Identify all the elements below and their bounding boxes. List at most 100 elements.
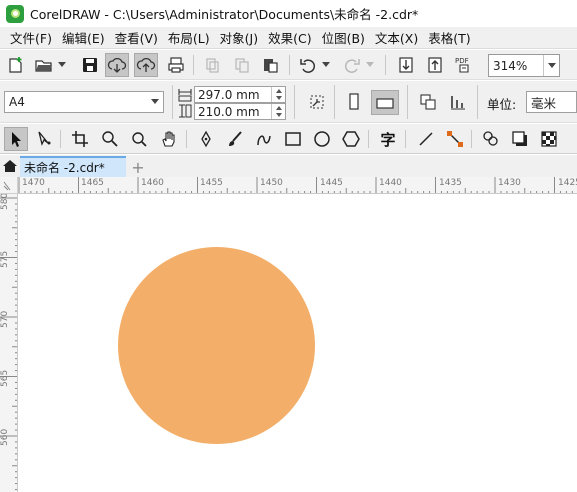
menu-layout[interactable]: 布局(L) [163,28,215,47]
ruler-label: 560 [0,428,10,446]
page-width-value[interactable]: 297.0 mm [195,88,271,102]
landscape-orientation-icon[interactable] [371,90,399,115]
page-layout-icon[interactable] [416,90,440,114]
export-icon[interactable] [423,53,447,77]
text-tool-icon[interactable]: 字 [376,127,400,151]
cloud-download-icon[interactable] [105,53,129,77]
undo-icon[interactable] [296,53,320,77]
ruler-label: 570 [0,310,10,328]
curve-tool-icon[interactable] [252,127,276,151]
page-width-field[interactable]: 297.0 mm [194,86,286,103]
height-spinner-icon[interactable] [271,104,285,119]
copy-icon[interactable] [230,53,254,77]
pick-tool-icon[interactable] [4,127,28,151]
portrait-orientation-icon[interactable] [342,90,366,114]
zoom-level-value[interactable]: 314% [489,59,543,73]
blend-tool-icon[interactable] [479,127,503,151]
toolbox-bar: 字 [0,124,577,154]
rectangle-tool-icon[interactable] [281,127,305,151]
open-dropdown-chevron-icon[interactable] [56,53,68,77]
pan-hand-icon[interactable] [157,127,181,151]
cut-icon[interactable] [200,53,224,77]
bleed-margins-icon[interactable] [446,90,470,114]
ruler-label: 580 [0,194,10,210]
toolbar-separator [368,130,369,148]
toolbar-separator [477,85,478,119]
ruler-label: 1470 [22,178,45,188]
connector-tool-icon[interactable] [443,127,467,151]
vertical-ruler-ticks [0,197,17,491]
transparency-tool-icon[interactable] [537,127,561,151]
menu-bar: 文件(F) 编辑(E) 查看(V) 布局(L) 对象(J) 效果(C) 位图(B… [0,27,577,49]
paste-icon[interactable] [258,53,282,77]
menu-bitmaps[interactable]: 位图(B) [317,28,370,47]
toolbar-separator [186,130,187,148]
coreldraw-window: CorelDRAW - C:\Users\Administrator\Docum… [0,0,577,492]
document-tab-bar: 未命名 -2.cdr* + [0,155,577,177]
shadow-tool-icon[interactable] [508,127,532,151]
menu-object[interactable]: 对象(J) [215,28,263,47]
ruler-label: 1465 [81,178,104,188]
zoom-tool-icon[interactable] [98,127,122,151]
units-select[interactable]: 毫米 [526,91,577,113]
publish-pdf-icon[interactable]: PDF [452,53,476,77]
crop-tool-icon[interactable] [68,127,92,151]
save-icon[interactable] [78,53,102,77]
window-title: CorelDRAW - C:\Users\Administrator\Docum… [30,7,419,22]
import-icon[interactable] [394,53,418,77]
pen-tool-icon[interactable] [194,127,218,151]
title-bar: CorelDRAW - C:\Users\Administrator\Docum… [0,0,577,27]
ruler-label: 1440 [379,178,402,188]
undo-dropdown-chevron-icon[interactable] [320,53,332,77]
width-spinner-icon[interactable] [271,87,285,102]
chevron-down-icon[interactable] [543,55,559,76]
page-size-select[interactable]: A4 [4,91,164,113]
ruler-origin-corner[interactable] [0,177,18,194]
toolbar-separator [193,55,194,75]
toolbar-separator [289,55,290,75]
toolbar-separator [294,85,295,119]
home-icon[interactable] [0,155,20,177]
orange-circle-shape[interactable] [118,247,315,444]
ellipse-tool-icon[interactable] [310,127,334,151]
horizontal-ruler[interactable]: 1470 1465 1460 1455 1450 1445 1440 1435 … [18,177,577,194]
ruler-label: 565 [0,369,10,387]
chevron-down-icon[interactable] [147,99,163,105]
drawing-canvas[interactable] [19,195,577,492]
ruler-label: 1430 [498,178,521,188]
menu-file[interactable]: 文件(F) [0,28,57,47]
tab-document[interactable]: 未命名 -2.cdr* [20,156,126,177]
redo-dropdown-chevron-icon[interactable] [364,53,376,77]
open-folder-icon[interactable] [32,53,56,77]
property-bar: A4 297.0 mm 210.0 mm 单位: 毫米 [0,81,577,123]
page-size-value[interactable]: A4 [5,95,147,109]
brush-tool-icon[interactable] [223,127,247,151]
vertical-ruler[interactable]: 580 575 570 565 560 [0,194,18,492]
shape-tool-icon[interactable] [33,127,57,151]
line-tool-icon[interactable] [414,127,438,151]
new-document-icon[interactable] [4,53,28,77]
page-height-value[interactable]: 210.0 mm [195,105,271,119]
zoom-level-combobox[interactable]: 314% [488,54,560,77]
menu-text[interactable]: 文本(X) [370,28,423,47]
all-pages-size-icon[interactable] [305,90,329,114]
redo-icon[interactable] [340,53,364,77]
new-tab-button[interactable]: + [128,158,148,177]
units-value[interactable]: 毫米 [527,93,556,112]
toolbar-separator [60,130,61,148]
zoom-out-tool-icon[interactable] [127,127,151,151]
polygon-tool-icon[interactable] [339,127,363,151]
page-width-icon [178,88,192,102]
toolbar-separator [385,55,386,75]
page-height-icon [178,104,192,118]
ruler-label: 1425 [558,178,577,188]
coreldraw-logo-icon [6,4,24,23]
menu-view[interactable]: 查看(V) [110,28,163,47]
cloud-upload-icon[interactable] [134,53,158,77]
print-icon[interactable] [164,53,188,77]
toolbar-separator [172,85,173,119]
page-height-field[interactable]: 210.0 mm [194,103,286,120]
menu-effects[interactable]: 效果(C) [263,28,316,47]
menu-edit[interactable]: 编辑(E) [57,28,110,47]
menu-table[interactable]: 表格(T) [423,28,475,47]
